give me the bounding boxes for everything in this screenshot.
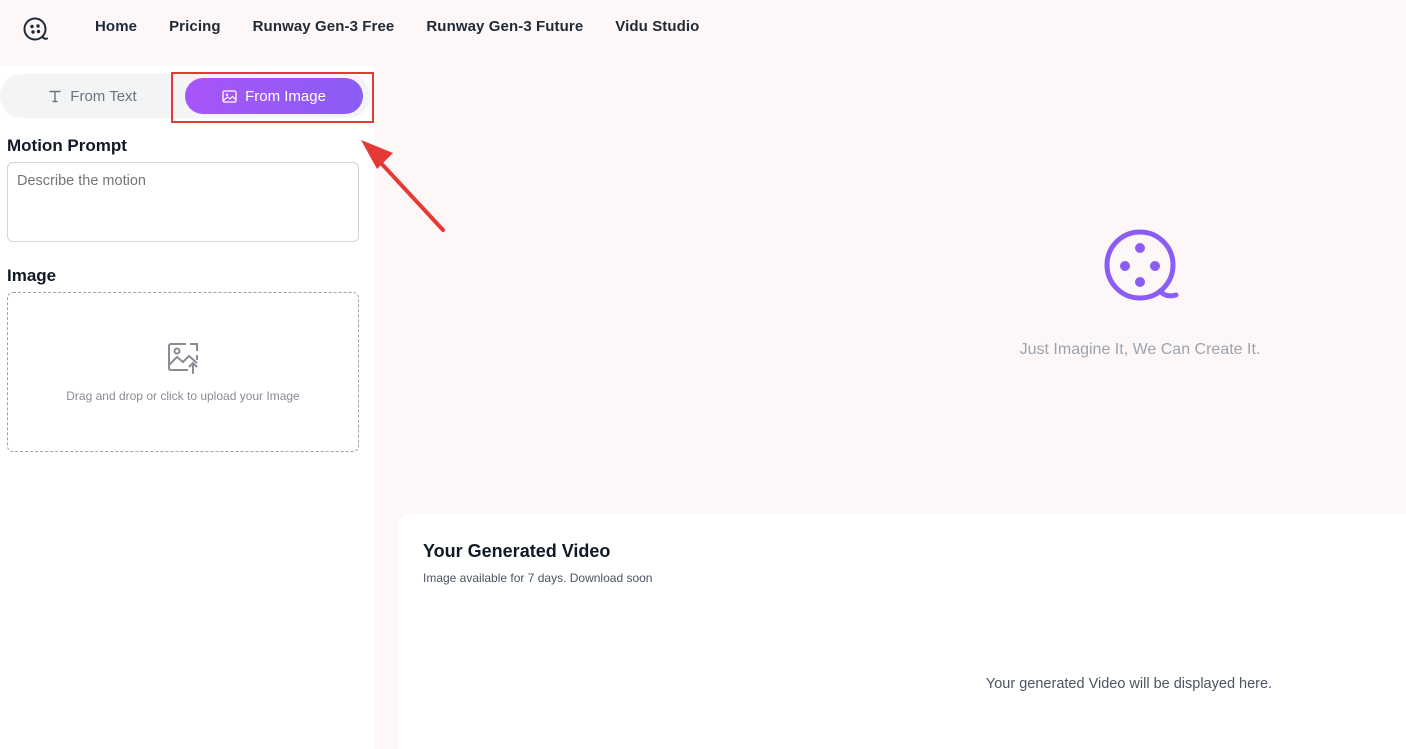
generated-video-card: Your Generated Video Image available for… <box>399 514 1406 749</box>
mode-tabs: From Text From Image <box>0 74 370 118</box>
generated-video-title: Your Generated Video <box>423 541 611 561</box>
top-navbar: Home Pricing Runway Gen-3 Free Runway Ge… <box>0 0 1406 56</box>
nav-link-vidu-studio[interactable]: Vidu Studio <box>615 18 699 35</box>
tab-from-image[interactable]: From Image <box>185 78 363 114</box>
tab-from-image-label: From Image <box>245 87 326 105</box>
nav-link-pricing[interactable]: Pricing <box>169 18 221 35</box>
image-upload-icon <box>168 343 198 374</box>
nav-link-home[interactable]: Home <box>95 18 137 35</box>
nav-link-runway-gen3-future[interactable]: Runway Gen-3 Future <box>426 18 583 35</box>
image-upload-dropzone[interactable]: Drag and drop or click to upload your Im… <box>7 292 359 452</box>
motion-prompt-input[interactable] <box>7 162 359 242</box>
annotation-arrow <box>361 140 445 232</box>
generated-video-subtitle: Image available for 7 days. Download soo… <box>423 571 653 585</box>
generated-video-placeholder: Your generated Video will be displayed h… <box>985 676 1273 692</box>
nav-link-runway-gen3-free[interactable]: Runway Gen-3 Free <box>253 18 395 35</box>
empty-state-text: Just Imagine It, We Can Create It. <box>1019 341 1261 358</box>
image-icon <box>222 89 237 103</box>
tab-from-text-label: From Text <box>70 87 137 105</box>
text-t-icon <box>49 90 61 103</box>
film-reel-icon[interactable] <box>22 16 48 42</box>
film-reel-icon <box>1104 229 1179 301</box>
tab-from-text[interactable]: From Text <box>0 74 185 118</box>
motion-prompt-label: Motion Prompt <box>7 136 127 155</box>
generator-panel: From Text From Image Motion Prompt Image… <box>0 66 375 749</box>
nav-links: Home Pricing Runway Gen-3 Free Runway Ge… <box>95 18 731 35</box>
image-label: Image <box>7 266 57 285</box>
upload-hint: Drag and drop or click to upload your Im… <box>66 389 300 403</box>
